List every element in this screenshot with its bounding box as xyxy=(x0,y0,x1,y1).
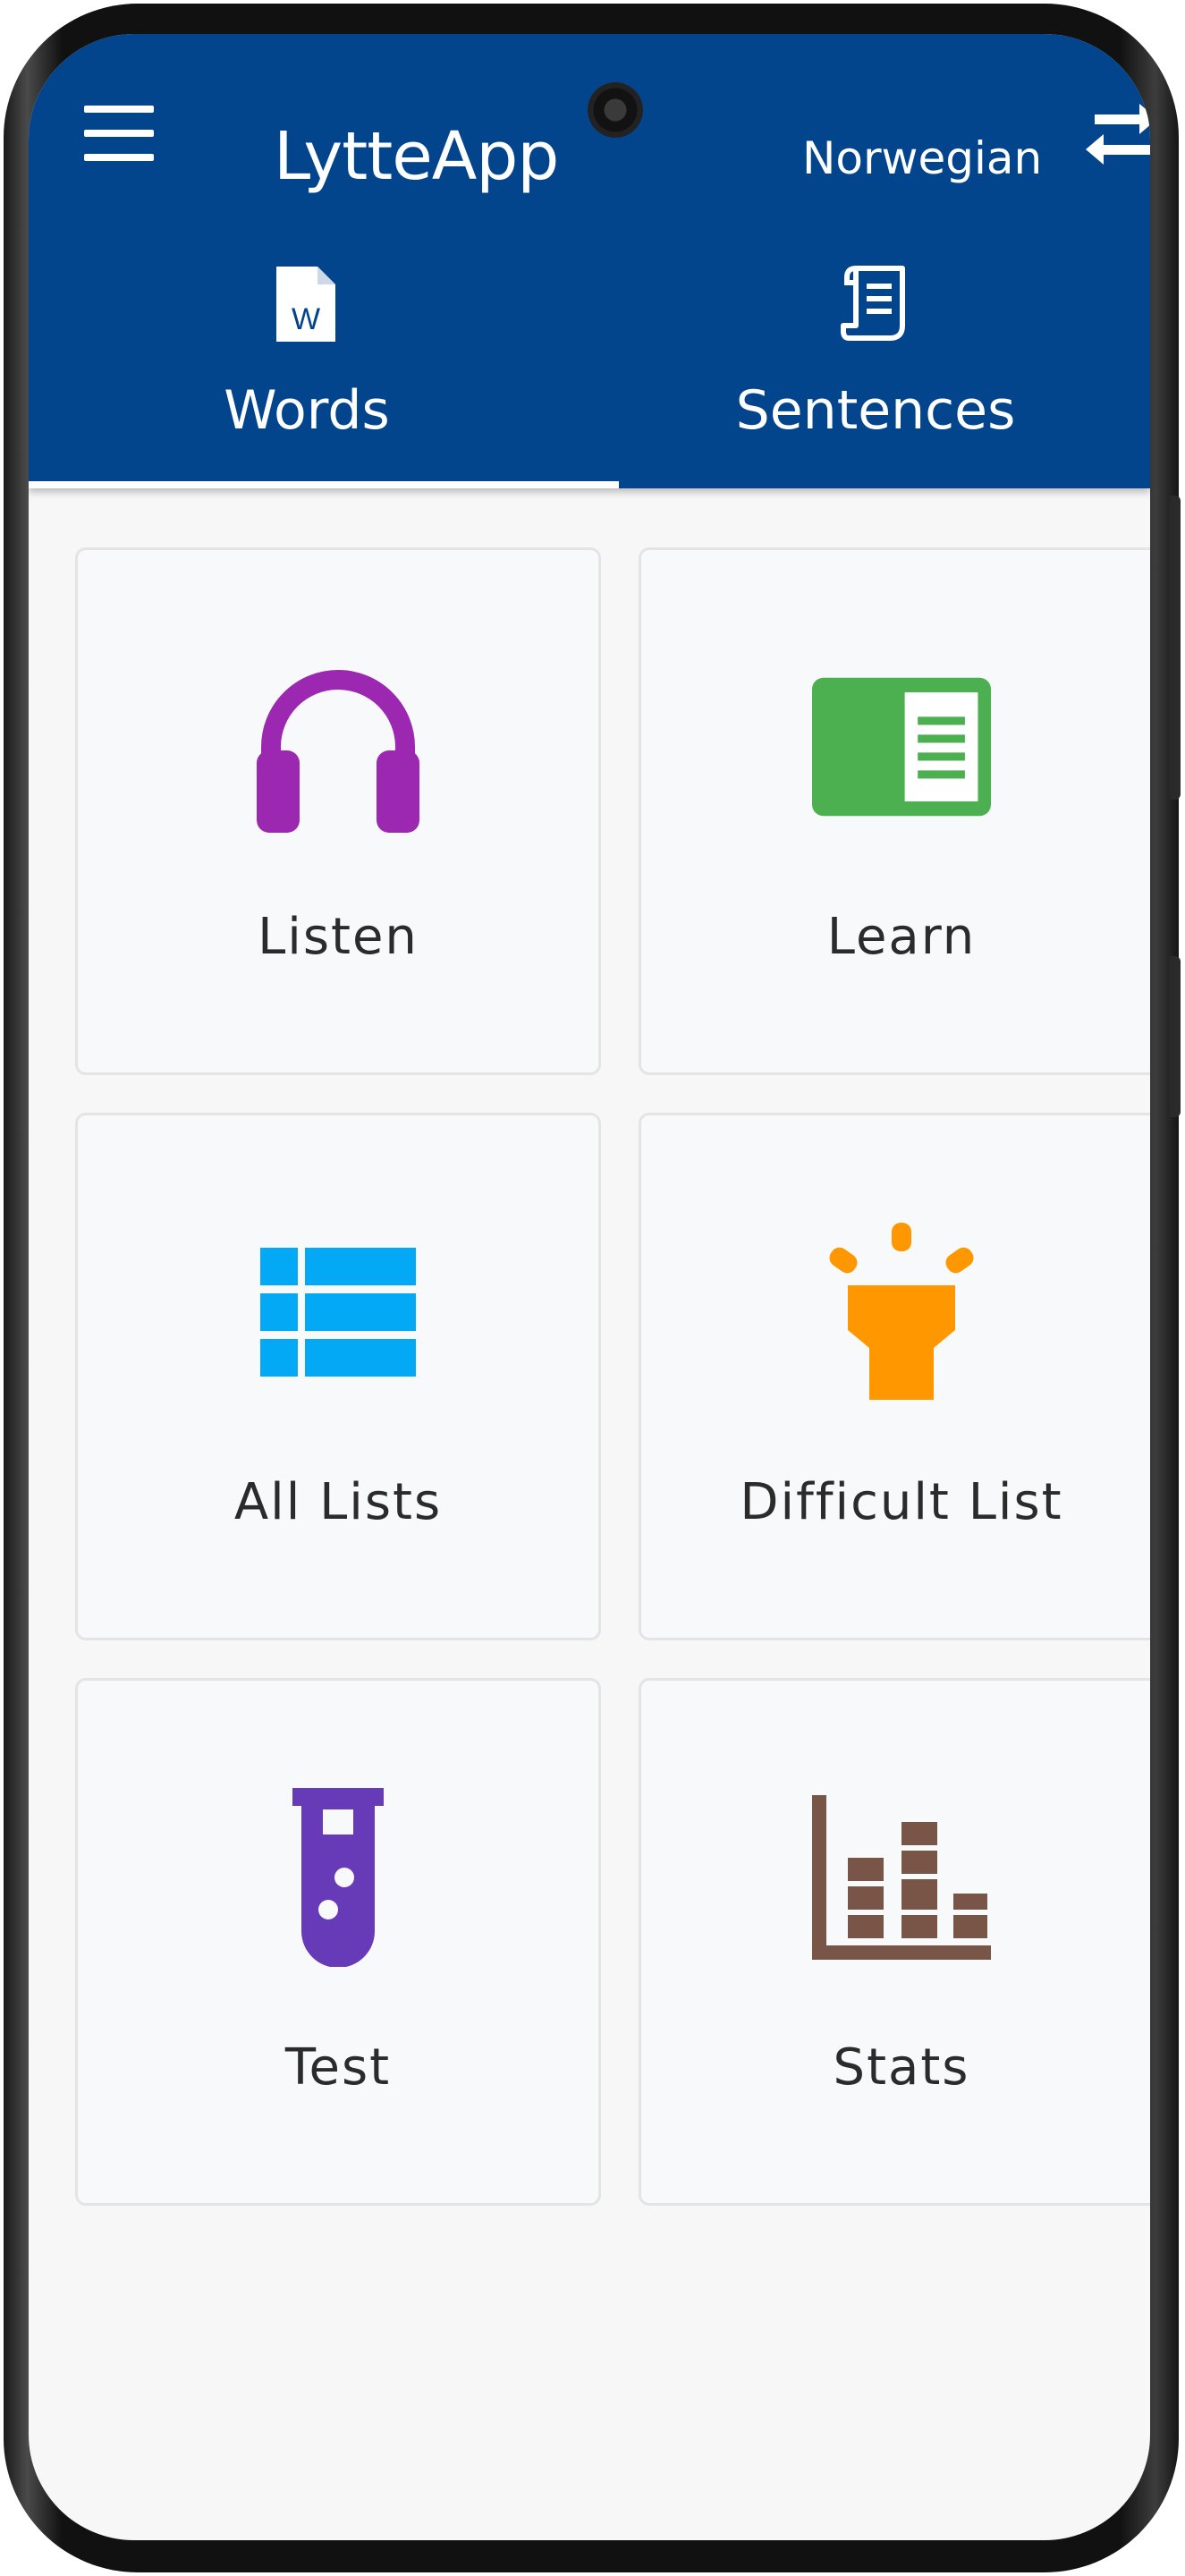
hamburger-menu-icon[interactable] xyxy=(84,106,154,161)
stats-card[interactable]: Stats xyxy=(639,1678,1150,2206)
stats-label: Stats xyxy=(833,2038,970,2097)
headphones-icon xyxy=(249,657,427,836)
phone-device: LytteApp Norwegian W Words Sentences Lis… xyxy=(0,0,1185,2576)
volume-button xyxy=(1170,496,1181,800)
difficult-list-label: Difficult List xyxy=(740,1473,1063,1531)
language-selector[interactable]: Norwegian xyxy=(802,132,1042,184)
list-icon xyxy=(249,1223,427,1402)
word-document-icon: W xyxy=(276,267,335,342)
listen-label: Listen xyxy=(258,908,419,966)
tab-words-label: Words xyxy=(224,379,390,442)
test-card[interactable]: Test xyxy=(75,1678,601,2206)
listen-card[interactable]: Listen xyxy=(75,547,601,1075)
all-lists-label: All Lists xyxy=(233,1473,443,1531)
tab-words[interactable]: W Words xyxy=(29,256,585,488)
tab-sentences[interactable]: Sentences xyxy=(597,256,1150,488)
selected-tab-indicator xyxy=(29,481,619,488)
test-label: Test xyxy=(284,2038,392,2097)
learn-card[interactable]: Learn xyxy=(639,547,1150,1075)
test-tube-icon xyxy=(249,1788,427,1967)
swap-language-icon[interactable] xyxy=(1086,104,1150,172)
power-button xyxy=(1170,956,1181,1117)
all-lists-card[interactable]: All Lists xyxy=(75,1113,601,1640)
svg-text:W: W xyxy=(292,302,320,336)
difficult-list-card[interactable]: Difficult List xyxy=(639,1113,1150,1640)
front-camera xyxy=(588,82,643,138)
app-title: LytteApp xyxy=(274,118,559,195)
learn-label: Learn xyxy=(826,908,977,966)
app-screen: LytteApp Norwegian W Words Sentences Lis… xyxy=(29,34,1150,2540)
bar-chart-icon xyxy=(812,1788,991,1967)
scroll-document-icon xyxy=(841,266,905,341)
lamp-icon xyxy=(812,1223,991,1402)
book-icon xyxy=(812,657,991,836)
tab-sentences-label: Sentences xyxy=(735,379,1016,442)
